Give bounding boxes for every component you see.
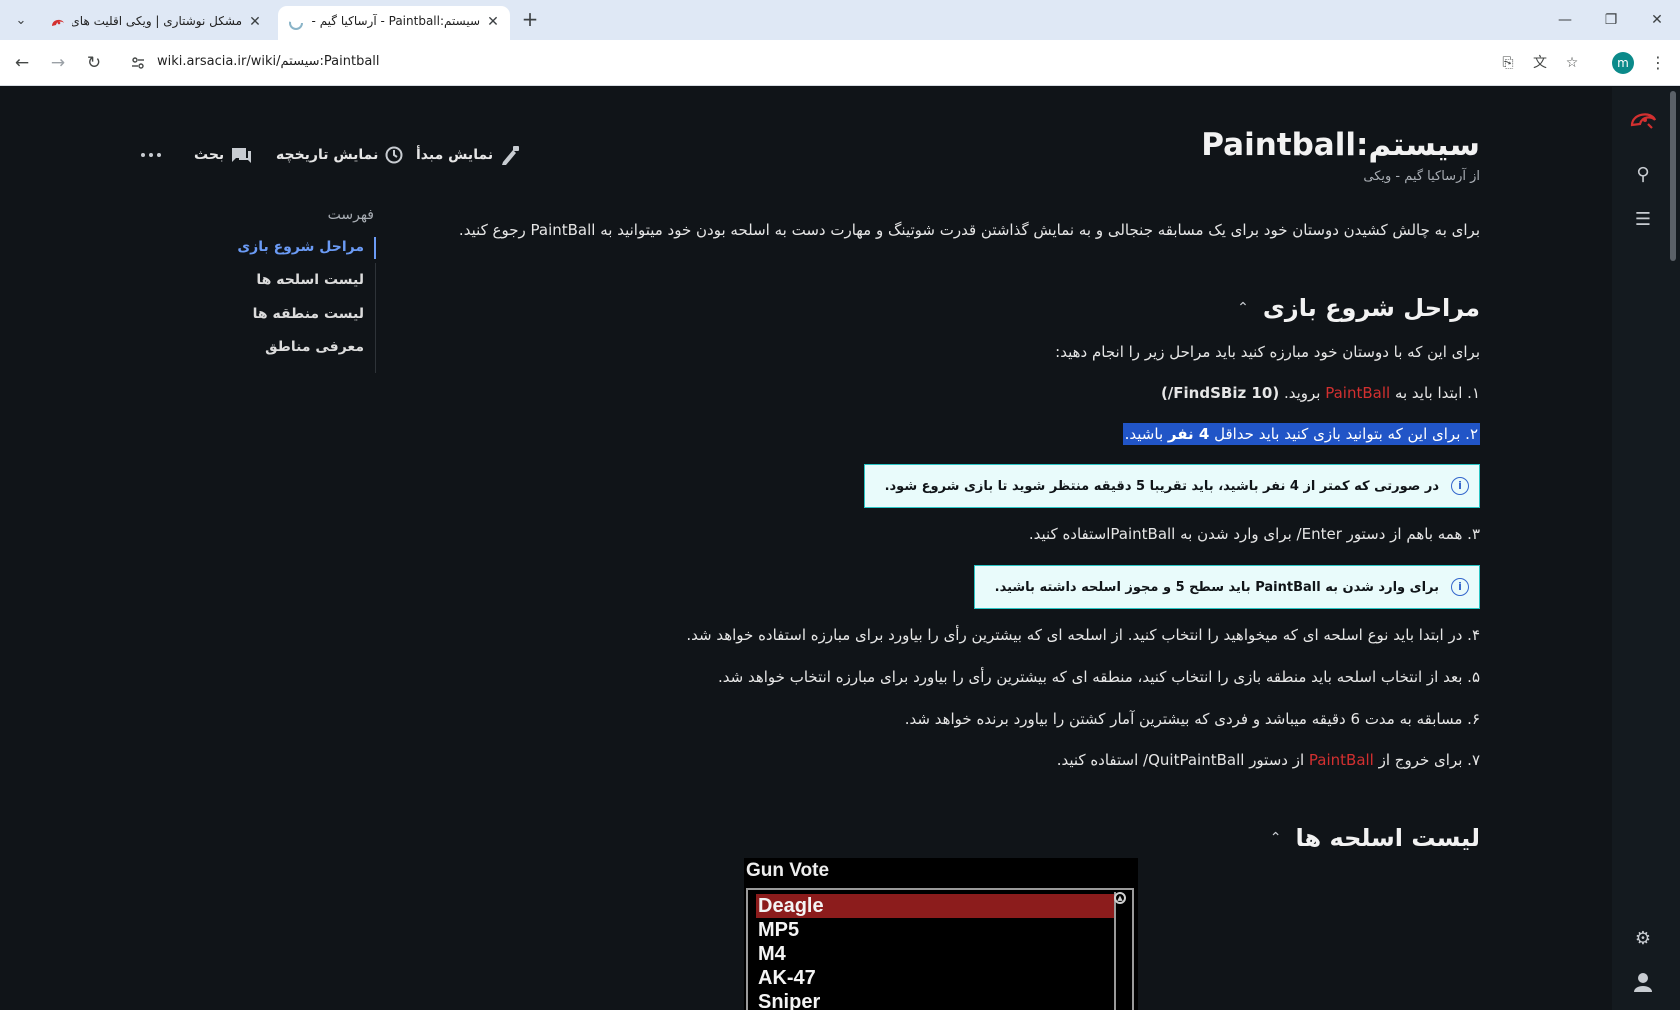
step-7-pre: ۷. برای خروج از bbox=[1373, 751, 1480, 769]
step-1-command: (FindSBiz 10/) bbox=[1160, 384, 1280, 402]
collapse-chevron-icon[interactable]: ⌃ bbox=[1270, 830, 1282, 846]
profile-avatar[interactable]: m bbox=[1612, 52, 1634, 74]
url-text[interactable]: wiki.arsacia.ir/wiki/سیستم:Paintball bbox=[157, 54, 380, 69]
talk-button[interactable]: بحث bbox=[194, 143, 252, 167]
scroll-up-arrow-icon: ▲ bbox=[1114, 892, 1126, 904]
section-heading-weapons[interactable]: لیست اسلحه ها ⌃ bbox=[1270, 821, 1480, 855]
more-dots-icon bbox=[141, 153, 161, 157]
info-note-2: i برای وارد شدن به PaintBall باید سطح 5 … bbox=[973, 565, 1480, 609]
tab-title: سیستم:Paintball - آرساکیا گیم - و bbox=[310, 14, 480, 28]
menu-icon[interactable]: ☰ bbox=[1628, 205, 1658, 235]
toc-divider bbox=[375, 263, 376, 373]
browser-tab-strip: ⌄ مشکل نوشتاری | ویکی اقلیت های ✕ سیستم:… bbox=[0, 0, 1680, 40]
tab-close-icon[interactable]: ✕ bbox=[246, 13, 264, 31]
tab-title: مشکل نوشتاری | ویکی اقلیت های bbox=[72, 14, 242, 28]
site-logo-icon[interactable] bbox=[1628, 105, 1658, 135]
view-source-label: نمایش مبدأ bbox=[416, 147, 494, 163]
more-actions-button[interactable] bbox=[140, 143, 162, 167]
intro-paragraph: برای به چالش کشیدن دوستان خود برای یک مس… bbox=[458, 221, 1480, 239]
install-app-icon[interactable]: ⎘ bbox=[1498, 54, 1518, 72]
toc-title: فهرست bbox=[327, 207, 374, 223]
step-2-post: باشید. bbox=[1124, 425, 1168, 443]
section-title: مراحل شروع بازی bbox=[1262, 294, 1480, 322]
back-arrow-icon[interactable]: ← bbox=[10, 51, 34, 75]
restore-icon[interactable]: ❐ bbox=[1596, 8, 1626, 32]
settings-gear-icon[interactable]: ⚙ bbox=[1628, 924, 1658, 954]
search-icon[interactable]: ⚲ bbox=[1628, 160, 1658, 190]
step-7: ۷. برای خروج از PaintBall از دستور QuitP… bbox=[1057, 751, 1480, 769]
info-icon: i bbox=[1451, 477, 1469, 495]
history-button[interactable]: نمایش تاریخچه bbox=[276, 143, 404, 167]
step-6: ۶. مسابقه به مدت 6 دقیقه میباشد و فردی ک… bbox=[904, 710, 1480, 728]
minimize-icon[interactable]: — bbox=[1550, 8, 1580, 32]
gun-vote-title: Gun Vote bbox=[746, 860, 830, 881]
gun-vote-item: M4 bbox=[758, 943, 786, 965]
lock-pencil-icon bbox=[502, 146, 520, 165]
info-note-2-text: برای وارد شدن به PaintBall باید سطح 5 و … bbox=[994, 579, 1439, 595]
step-2-count: 4 نفر bbox=[1167, 425, 1210, 443]
tab-search-chevron-icon[interactable]: ⌄ bbox=[10, 10, 32, 32]
step-4: ۴. در ابتدا باید نوع اسلحه ای که میخواهی… bbox=[686, 626, 1480, 644]
toc-item-area-intro[interactable]: معرفی مناطق bbox=[265, 339, 364, 355]
gun-vote-item: Sniper bbox=[758, 991, 821, 1010]
step-1-mid: بروید. bbox=[1279, 384, 1326, 402]
toc-item-weapons[interactable]: لیست اسلحه ها bbox=[256, 272, 364, 288]
view-source-button[interactable]: نمایش مبدأ bbox=[416, 143, 521, 167]
browser-tab-active[interactable]: سیستم:Paintball - آرساکیا گیم - و ✕ bbox=[278, 6, 510, 40]
paintball-link[interactable]: PaintBall bbox=[1325, 384, 1390, 402]
forward-arrow-icon[interactable]: → bbox=[46, 51, 70, 75]
window-close-icon[interactable]: ✕ bbox=[1642, 8, 1672, 32]
step-1: ۱. ابتدا باید به PaintBall بروید. (FindS… bbox=[1161, 384, 1480, 402]
translate-icon[interactable]: 文 bbox=[1530, 54, 1550, 72]
toc-item-areas[interactable]: لیست منطقه ها bbox=[253, 306, 364, 322]
gun-vote-image: Gun Vote Deagle MP5 M4 AK-47 Sniper ▲ bbox=[744, 858, 1138, 1010]
browser-toolbar: ← → ↻ wiki.arsacia.ir/wiki/سیستم:Paintba… bbox=[0, 40, 1680, 86]
user-icon[interactable] bbox=[1628, 967, 1658, 997]
gun-vote-list: Deagle MP5 M4 AK-47 Sniper ▲ bbox=[746, 888, 1134, 1010]
toc-active-indicator bbox=[374, 237, 376, 259]
history-label: نمایش تاریخچه bbox=[276, 147, 379, 163]
page-title: سیستم:Paintball bbox=[1201, 127, 1480, 163]
gun-vote-item: AK-47 bbox=[758, 967, 816, 989]
talk-label: بحث bbox=[194, 147, 225, 163]
step-2: ۲. برای این که بتوانید بازی کنید باید حد… bbox=[1122, 423, 1480, 445]
paintball-link[interactable]: PaintBall bbox=[1309, 751, 1374, 769]
arsacia-favicon-icon bbox=[52, 19, 64, 26]
info-note-1-text: در صورتی که کمتر از 4 نفر باشید، باید تق… bbox=[884, 478, 1439, 494]
history-clock-icon bbox=[385, 146, 403, 164]
section-lead: برای این که با دوستان خود مبارزه کنید با… bbox=[1055, 343, 1480, 361]
section-title: لیست اسلحه ها bbox=[1295, 824, 1480, 852]
step-1-pre: ۱. ابتدا باید به bbox=[1390, 384, 1480, 402]
step-7-post: از دستور QuitPaintBall/ استفاده کنید. bbox=[1056, 751, 1309, 769]
step-2-pre: ۲. برای این که بتوانید بازی کنید باید حد… bbox=[1209, 425, 1478, 443]
new-tab-plus-icon[interactable]: + bbox=[518, 8, 542, 32]
collapse-chevron-icon[interactable]: ⌃ bbox=[1237, 300, 1249, 316]
reload-icon[interactable]: ↻ bbox=[82, 51, 106, 75]
address-bar[interactable]: wiki.arsacia.ir/wiki/سیستم:Paintball ⎘ 文… bbox=[120, 46, 1584, 80]
site-info-icon[interactable] bbox=[130, 55, 146, 71]
page-subtitle: از آرساکیا گیم - ویکی bbox=[1363, 169, 1480, 184]
loading-favicon-icon bbox=[289, 16, 303, 30]
browser-tab-inactive[interactable]: مشکل نوشتاری | ویکی اقلیت های ✕ bbox=[40, 6, 272, 40]
page-scrollbar[interactable] bbox=[1670, 91, 1676, 261]
talk-bubbles-icon bbox=[232, 148, 252, 163]
tab-close-icon[interactable]: ✕ bbox=[484, 13, 502, 31]
bookmark-star-icon[interactable]: ☆ bbox=[1562, 54, 1582, 72]
step-2-highlight: ۲. برای این که بتوانید بازی کنید باید حد… bbox=[1122, 423, 1480, 445]
section-heading-start-stages[interactable]: مراحل شروع بازی ⌃ bbox=[1237, 291, 1480, 325]
gun-vote-item: Deagle bbox=[756, 894, 1116, 918]
gun-vote-scrollbar: ▲ bbox=[1114, 892, 1128, 1010]
browser-menu-icon[interactable]: ⋮ bbox=[1648, 51, 1668, 75]
info-icon: i bbox=[1451, 578, 1469, 596]
step-3: ۳. همه باهم از دستور Enter/ برای وارد شد… bbox=[1028, 525, 1480, 543]
gun-vote-item: MP5 bbox=[758, 919, 800, 941]
step-5: ۵. بعد از انتخاب اسلحه باید منطقه بازی ر… bbox=[717, 668, 1480, 686]
toc-item-start-stages[interactable]: مراحل شروع بازی bbox=[237, 239, 364, 255]
wiki-page: ⚲ ☰ ⚙ سیستم:Paintball از آرساکیا گیم - و… bbox=[0, 87, 1680, 1010]
info-note-1: i در صورتی که کمتر از 4 نفر باشید، باید … bbox=[863, 464, 1480, 508]
